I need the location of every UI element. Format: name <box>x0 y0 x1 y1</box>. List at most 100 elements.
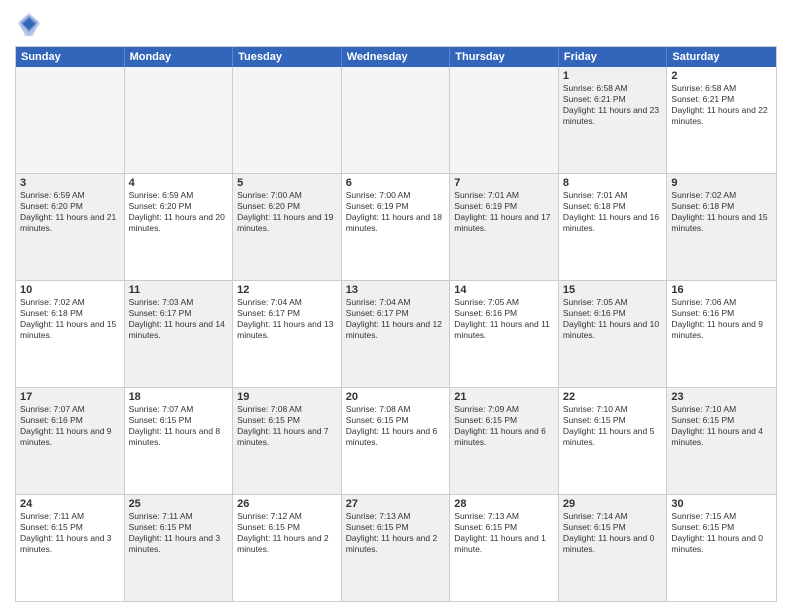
day-info: Sunrise: 7:14 AM Sunset: 6:15 PM Dayligh… <box>563 511 663 555</box>
calendar-row-3: 17Sunrise: 7:07 AM Sunset: 6:16 PM Dayli… <box>16 387 776 494</box>
day-info: Sunrise: 7:06 AM Sunset: 6:16 PM Dayligh… <box>671 297 772 341</box>
cal-cell-empty-0-3 <box>342 67 451 173</box>
day-number: 25 <box>129 498 229 510</box>
cal-cell-15: 15Sunrise: 7:05 AM Sunset: 6:16 PM Dayli… <box>559 281 668 387</box>
cal-cell-30: 30Sunrise: 7:15 AM Sunset: 6:15 PM Dayli… <box>667 495 776 601</box>
day-info: Sunrise: 7:01 AM Sunset: 6:18 PM Dayligh… <box>563 190 663 234</box>
day-number: 17 <box>20 391 120 403</box>
cal-cell-21: 21Sunrise: 7:09 AM Sunset: 6:15 PM Dayli… <box>450 388 559 494</box>
day-number: 15 <box>563 284 663 296</box>
cal-cell-8: 8Sunrise: 7:01 AM Sunset: 6:18 PM Daylig… <box>559 174 668 280</box>
day-number: 11 <box>129 284 229 296</box>
cal-cell-10: 10Sunrise: 7:02 AM Sunset: 6:18 PM Dayli… <box>16 281 125 387</box>
cal-cell-19: 19Sunrise: 7:08 AM Sunset: 6:15 PM Dayli… <box>233 388 342 494</box>
cal-cell-empty-0-0 <box>16 67 125 173</box>
day-info: Sunrise: 7:05 AM Sunset: 6:16 PM Dayligh… <box>454 297 554 341</box>
cal-cell-empty-0-1 <box>125 67 234 173</box>
day-number: 29 <box>563 498 663 510</box>
day-info: Sunrise: 7:04 AM Sunset: 6:17 PM Dayligh… <box>237 297 337 341</box>
day-number: 8 <box>563 177 663 189</box>
day-number: 27 <box>346 498 446 510</box>
cal-cell-27: 27Sunrise: 7:13 AM Sunset: 6:15 PM Dayli… <box>342 495 451 601</box>
cal-cell-empty-0-4 <box>450 67 559 173</box>
cal-cell-6: 6Sunrise: 7:00 AM Sunset: 6:19 PM Daylig… <box>342 174 451 280</box>
calendar-row-2: 10Sunrise: 7:02 AM Sunset: 6:18 PM Dayli… <box>16 280 776 387</box>
day-number: 9 <box>671 177 772 189</box>
day-number: 7 <box>454 177 554 189</box>
header-day-tuesday: Tuesday <box>233 47 342 67</box>
day-number: 4 <box>129 177 229 189</box>
day-info: Sunrise: 7:11 AM Sunset: 6:15 PM Dayligh… <box>20 511 120 555</box>
day-info: Sunrise: 7:09 AM Sunset: 6:15 PM Dayligh… <box>454 404 554 448</box>
header-day-sunday: Sunday <box>16 47 125 67</box>
day-number: 16 <box>671 284 772 296</box>
day-number: 21 <box>454 391 554 403</box>
calendar-row-1: 3Sunrise: 6:59 AM Sunset: 6:20 PM Daylig… <box>16 173 776 280</box>
header-day-wednesday: Wednesday <box>342 47 451 67</box>
calendar-row-4: 24Sunrise: 7:11 AM Sunset: 6:15 PM Dayli… <box>16 494 776 601</box>
day-info: Sunrise: 7:07 AM Sunset: 6:15 PM Dayligh… <box>129 404 229 448</box>
page: SundayMondayTuesdayWednesdayThursdayFrid… <box>0 0 792 612</box>
cal-cell-empty-0-2 <box>233 67 342 173</box>
day-number: 30 <box>671 498 772 510</box>
day-info: Sunrise: 7:02 AM Sunset: 6:18 PM Dayligh… <box>671 190 772 234</box>
day-number: 19 <box>237 391 337 403</box>
day-number: 14 <box>454 284 554 296</box>
day-info: Sunrise: 6:59 AM Sunset: 6:20 PM Dayligh… <box>129 190 229 234</box>
day-info: Sunrise: 6:58 AM Sunset: 6:21 PM Dayligh… <box>563 83 663 127</box>
day-number: 28 <box>454 498 554 510</box>
header <box>15 10 777 38</box>
cal-cell-16: 16Sunrise: 7:06 AM Sunset: 6:16 PM Dayli… <box>667 281 776 387</box>
calendar-row-0: 1Sunrise: 6:58 AM Sunset: 6:21 PM Daylig… <box>16 67 776 173</box>
day-info: Sunrise: 7:02 AM Sunset: 6:18 PM Dayligh… <box>20 297 120 341</box>
day-info: Sunrise: 7:00 AM Sunset: 6:19 PM Dayligh… <box>346 190 446 234</box>
logo <box>15 10 47 38</box>
cal-cell-17: 17Sunrise: 7:07 AM Sunset: 6:16 PM Dayli… <box>16 388 125 494</box>
cal-cell-5: 5Sunrise: 7:00 AM Sunset: 6:20 PM Daylig… <box>233 174 342 280</box>
cal-cell-14: 14Sunrise: 7:05 AM Sunset: 6:16 PM Dayli… <box>450 281 559 387</box>
day-info: Sunrise: 7:03 AM Sunset: 6:17 PM Dayligh… <box>129 297 229 341</box>
cal-cell-2: 2Sunrise: 6:58 AM Sunset: 6:21 PM Daylig… <box>667 67 776 173</box>
cal-cell-23: 23Sunrise: 7:10 AM Sunset: 6:15 PM Dayli… <box>667 388 776 494</box>
cal-cell-28: 28Sunrise: 7:13 AM Sunset: 6:15 PM Dayli… <box>450 495 559 601</box>
logo-icon <box>15 10 43 38</box>
day-number: 12 <box>237 284 337 296</box>
day-info: Sunrise: 7:01 AM Sunset: 6:19 PM Dayligh… <box>454 190 554 234</box>
cal-cell-1: 1Sunrise: 6:58 AM Sunset: 6:21 PM Daylig… <box>559 67 668 173</box>
day-info: Sunrise: 7:15 AM Sunset: 6:15 PM Dayligh… <box>671 511 772 555</box>
day-info: Sunrise: 6:59 AM Sunset: 6:20 PM Dayligh… <box>20 190 120 234</box>
day-info: Sunrise: 6:58 AM Sunset: 6:21 PM Dayligh… <box>671 83 772 127</box>
header-day-thursday: Thursday <box>450 47 559 67</box>
day-number: 20 <box>346 391 446 403</box>
day-info: Sunrise: 7:05 AM Sunset: 6:16 PM Dayligh… <box>563 297 663 341</box>
cal-cell-25: 25Sunrise: 7:11 AM Sunset: 6:15 PM Dayli… <box>125 495 234 601</box>
calendar-body: 1Sunrise: 6:58 AM Sunset: 6:21 PM Daylig… <box>16 67 776 601</box>
day-info: Sunrise: 7:10 AM Sunset: 6:15 PM Dayligh… <box>563 404 663 448</box>
header-day-saturday: Saturday <box>667 47 776 67</box>
cal-cell-12: 12Sunrise: 7:04 AM Sunset: 6:17 PM Dayli… <box>233 281 342 387</box>
cal-cell-26: 26Sunrise: 7:12 AM Sunset: 6:15 PM Dayli… <box>233 495 342 601</box>
day-info: Sunrise: 7:08 AM Sunset: 6:15 PM Dayligh… <box>346 404 446 448</box>
day-info: Sunrise: 7:12 AM Sunset: 6:15 PM Dayligh… <box>237 511 337 555</box>
calendar-header: SundayMondayTuesdayWednesdayThursdayFrid… <box>16 47 776 67</box>
day-number: 23 <box>671 391 772 403</box>
cal-cell-11: 11Sunrise: 7:03 AM Sunset: 6:17 PM Dayli… <box>125 281 234 387</box>
cal-cell-20: 20Sunrise: 7:08 AM Sunset: 6:15 PM Dayli… <box>342 388 451 494</box>
day-info: Sunrise: 7:00 AM Sunset: 6:20 PM Dayligh… <box>237 190 337 234</box>
header-day-monday: Monday <box>125 47 234 67</box>
day-number: 18 <box>129 391 229 403</box>
day-info: Sunrise: 7:04 AM Sunset: 6:17 PM Dayligh… <box>346 297 446 341</box>
cal-cell-22: 22Sunrise: 7:10 AM Sunset: 6:15 PM Dayli… <box>559 388 668 494</box>
day-info: Sunrise: 7:07 AM Sunset: 6:16 PM Dayligh… <box>20 404 120 448</box>
day-info: Sunrise: 7:08 AM Sunset: 6:15 PM Dayligh… <box>237 404 337 448</box>
day-number: 10 <box>20 284 120 296</box>
day-info: Sunrise: 7:13 AM Sunset: 6:15 PM Dayligh… <box>346 511 446 555</box>
day-number: 6 <box>346 177 446 189</box>
cal-cell-24: 24Sunrise: 7:11 AM Sunset: 6:15 PM Dayli… <box>16 495 125 601</box>
day-number: 26 <box>237 498 337 510</box>
cal-cell-4: 4Sunrise: 6:59 AM Sunset: 6:20 PM Daylig… <box>125 174 234 280</box>
day-number: 3 <box>20 177 120 189</box>
cal-cell-18: 18Sunrise: 7:07 AM Sunset: 6:15 PM Dayli… <box>125 388 234 494</box>
day-info: Sunrise: 7:10 AM Sunset: 6:15 PM Dayligh… <box>671 404 772 448</box>
day-number: 24 <box>20 498 120 510</box>
